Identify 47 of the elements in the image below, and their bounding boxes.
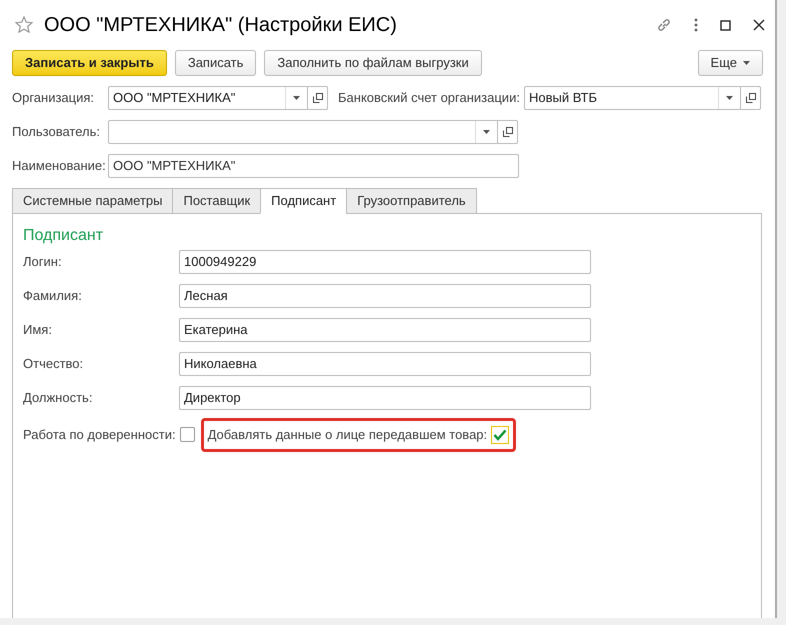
field-label: Пользователь: — [12, 123, 101, 142]
field-label: Отчество: — [23, 355, 84, 374]
input-field[interactable]: ООО "МРТЕХНИКА" — [108, 154, 519, 178]
star-icon[interactable] — [14, 15, 34, 35]
tab[interactable]: Подписант — [260, 188, 348, 214]
open-icon — [502, 127, 512, 137]
tab[interactable]: Системные параметры — [12, 188, 174, 214]
field-label: Логин: — [23, 253, 63, 272]
tab[interactable]: Поставщик — [172, 188, 262, 214]
more-button[interactable]: Еще — [698, 50, 763, 76]
caret-icon — [743, 61, 750, 65]
field-label: Должность: — [23, 389, 94, 408]
save-close-button[interactable]: Записать и закрыть — [12, 50, 167, 76]
open-button[interactable] — [308, 86, 328, 110]
input-field[interactable]: Лесная — [179, 284, 591, 308]
close-icon[interactable] — [753, 19, 765, 31]
dropdown-field[interactable]: ООО "МРТЕХНИКА" — [108, 86, 308, 110]
toolbar-button[interactable]: Записать — [174, 50, 256, 76]
caret-icon — [293, 96, 300, 100]
maximize-icon[interactable] — [720, 20, 731, 30]
input-field[interactable]: Директор — [179, 386, 591, 410]
tab[interactable]: Грузоотправитель — [346, 188, 477, 214]
field-label: Фамилия: — [23, 287, 83, 306]
input-field[interactable]: Екатерина — [179, 318, 591, 342]
link-icon[interactable] — [656, 17, 672, 33]
window-title: ООО "МРТЕХНИКА" (Настройки ЕИС) — [44, 13, 397, 38]
more-icon[interactable] — [694, 18, 698, 32]
toolbar-button[interactable]: Заполнить по файлам выгрузки — [264, 50, 482, 76]
open-button[interactable] — [741, 86, 761, 110]
checkbox[interactable] — [180, 427, 195, 442]
open-icon — [312, 93, 322, 103]
open-icon — [746, 93, 756, 103]
field-label: Наименование: — [12, 157, 107, 176]
dropdown-field[interactable] — [108, 120, 498, 144]
field-label: Банковский счет организации: — [338, 89, 521, 108]
input-field[interactable]: Николаевна — [179, 352, 591, 376]
dropdown-field[interactable]: Новый ВТБ — [524, 86, 741, 110]
caret-icon — [483, 130, 490, 134]
open-button[interactable] — [498, 120, 518, 144]
field-label: Имя: — [23, 321, 53, 340]
section-title: Подписант — [23, 226, 104, 246]
checkbox[interactable] — [491, 426, 510, 444]
checkbox-label: Работа по доверенности: — [23, 426, 176, 444]
field-label: Организация: — [12, 89, 96, 108]
input-field[interactable]: 1000949229 — [179, 250, 591, 274]
caret-icon — [726, 96, 733, 100]
checkbox-label: Добавлять данные о лице передавшем товар: — [208, 426, 488, 444]
